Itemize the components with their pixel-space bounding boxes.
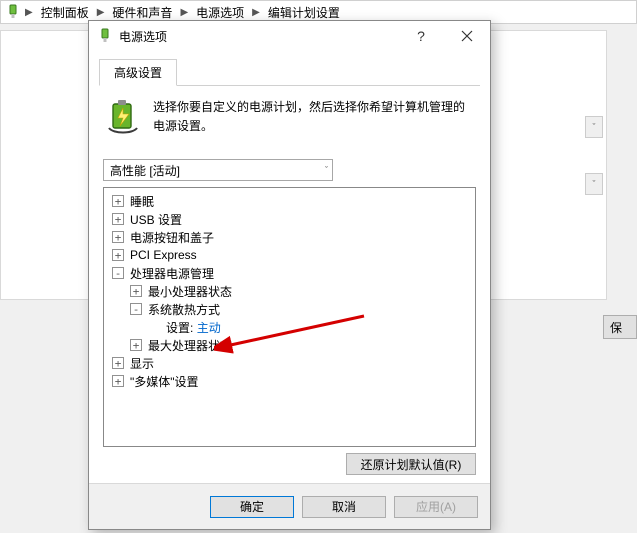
- expand-icon[interactable]: +: [112, 357, 124, 369]
- expand-icon[interactable]: +: [112, 249, 124, 261]
- chevron-right-icon: ▶: [95, 7, 107, 18]
- power-icon: [97, 28, 113, 44]
- expand-icon[interactable]: +: [112, 375, 124, 387]
- settings-tree[interactable]: + 睡眠 + USB 设置 + 电源按钮和盖子 + PCI Express - …: [103, 187, 476, 447]
- tree-node-display[interactable]: + 显示: [106, 354, 473, 372]
- tree-node-sleep[interactable]: + 睡眠: [106, 192, 473, 210]
- crumb-edit-plan[interactable]: 编辑计划设置: [264, 4, 344, 21]
- plan-select-value: 高性能 [活动]: [110, 162, 180, 179]
- setting-label: 设置:: [166, 319, 193, 336]
- tree-node-min-cpu[interactable]: + 最小处理器状态: [106, 282, 473, 300]
- chevron-right-icon: ▶: [178, 7, 190, 18]
- tree-node-pci[interactable]: + PCI Express: [106, 246, 473, 264]
- battery-icon: [103, 98, 143, 141]
- crumb-control-panel[interactable]: 控制面板: [37, 4, 93, 21]
- chevron-down-icon[interactable]: ˇ: [585, 173, 603, 195]
- restore-defaults-button[interactable]: 还原计划默认值(R): [346, 453, 476, 475]
- crumb-hardware-sound[interactable]: 硬件和声音: [108, 4, 176, 21]
- chevron-down-icon[interactable]: ˇ: [585, 116, 603, 138]
- plan-select[interactable]: 高性能 [活动] ˇ: [103, 159, 333, 181]
- tree-node-cooling[interactable]: - 系统散热方式: [106, 300, 473, 318]
- titlebar: 电源选项 ?: [89, 21, 490, 51]
- ok-button[interactable]: 确定: [210, 496, 294, 518]
- tab-strip: 高级设置: [99, 59, 480, 86]
- expand-icon[interactable]: +: [112, 231, 124, 243]
- expand-icon[interactable]: +: [130, 285, 142, 297]
- close-icon: [461, 30, 473, 42]
- tree-node-multimedia[interactable]: + "多媒体"设置: [106, 372, 473, 390]
- collapse-icon[interactable]: -: [130, 303, 142, 315]
- power-options-dialog: 电源选项 ? 高级设置 选择你要自定义的电源计划，然后选择你希望计算机管理的电源…: [88, 20, 491, 530]
- save-button-bg[interactable]: 保: [603, 315, 637, 339]
- intro-text: 选择你要自定义的电源计划，然后选择你希望计算机管理的电源设置。: [153, 98, 476, 141]
- expand-icon[interactable]: +: [112, 195, 124, 207]
- expand-icon[interactable]: +: [112, 213, 124, 225]
- close-button[interactable]: [444, 21, 490, 51]
- dialog-title: 电源选项: [119, 28, 398, 45]
- tree-node-max-cpu[interactable]: + 最大处理器状态: [106, 336, 473, 354]
- tab-advanced[interactable]: 高级设置: [99, 59, 177, 86]
- cancel-button[interactable]: 取消: [302, 496, 386, 518]
- chevron-right-icon: ▶: [23, 7, 35, 18]
- chevron-right-icon: ▶: [250, 7, 262, 18]
- dialog-footer: 确定 取消 应用(A): [89, 483, 490, 529]
- power-icon: [5, 4, 21, 20]
- help-button[interactable]: ?: [398, 21, 444, 51]
- tree-node-usb[interactable]: + USB 设置: [106, 210, 473, 228]
- tree-node-cpu-power[interactable]: - 处理器电源管理: [106, 264, 473, 282]
- collapse-icon[interactable]: -: [112, 267, 124, 279]
- apply-button[interactable]: 应用(A): [394, 496, 478, 518]
- crumb-power-options[interactable]: 电源选项: [192, 4, 248, 21]
- chevron-down-icon: ˇ: [325, 165, 328, 175]
- setting-value[interactable]: 主动: [197, 319, 221, 336]
- expand-icon[interactable]: +: [130, 339, 142, 351]
- tree-node-buttons-lid[interactable]: + 电源按钮和盖子: [106, 228, 473, 246]
- tree-node-cooling-setting[interactable]: 设置: 主动: [106, 318, 473, 336]
